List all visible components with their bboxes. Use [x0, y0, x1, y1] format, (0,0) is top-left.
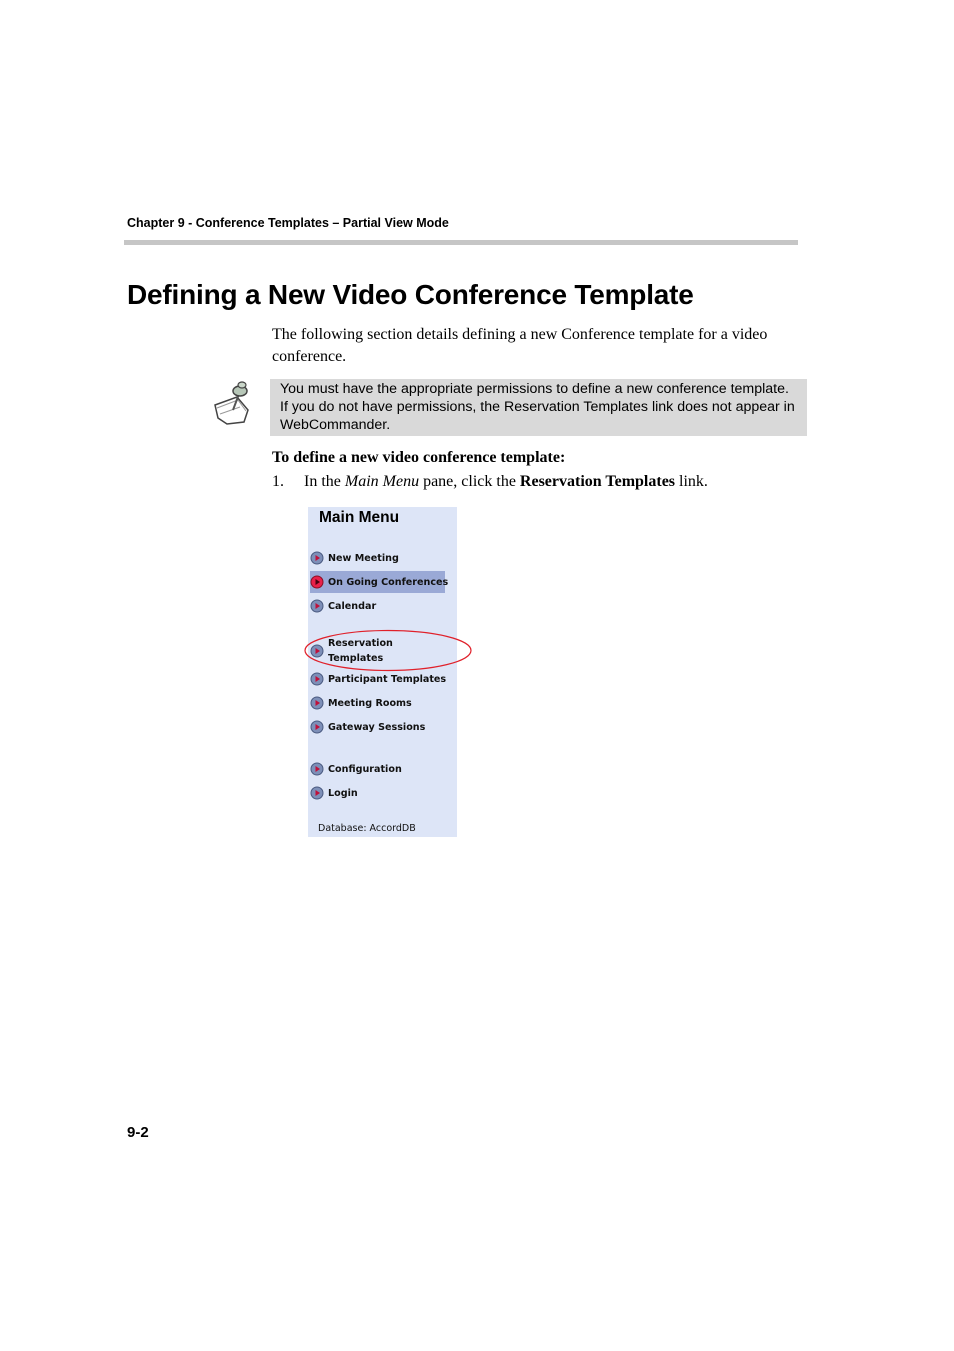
procedure-heading: To define a new video conference templat…: [272, 449, 566, 466]
menu-item-login[interactable]: Login: [310, 783, 358, 803]
menu-item-gateway-sessions[interactable]: Gateway Sessions: [310, 717, 425, 737]
step-emphasis: Main Menu: [344, 473, 420, 490]
step-text-middle: pane, click the: [419, 473, 520, 490]
arrow-circle-icon: [310, 599, 324, 613]
menu-item-label: Configuration: [328, 763, 402, 775]
menu-item-label: On Going Conferences: [328, 576, 449, 588]
menu-item-meeting-rooms[interactable]: Meeting Rooms: [310, 693, 412, 713]
section-title: Defining a New Video Conference Template: [127, 279, 694, 310]
step-text-prefix: In the: [304, 473, 345, 490]
menu-item-label: Gateway Sessions: [328, 721, 426, 733]
running-header: Chapter 9 - Conference Templates – Parti…: [127, 216, 449, 230]
step-text-suffix: link.: [675, 473, 708, 490]
arrow-circle-icon: [310, 786, 324, 800]
step-strong: Reservation Templates: [519, 473, 676, 490]
arrow-circle-icon: [310, 672, 324, 686]
note-pin-icon: [214, 381, 249, 425]
step-number: 1.: [272, 473, 284, 490]
arrow-circle-icon: [310, 696, 324, 710]
arrow-circle-active-icon: [310, 575, 324, 589]
menu-item-configuration[interactable]: Configuration: [310, 759, 402, 779]
note-box: You must have the appropriate permission…: [270, 379, 807, 436]
menu-item-participant-templates[interactable]: Participant Templates: [310, 669, 446, 689]
header-rule: [124, 240, 798, 245]
arrow-circle-icon: [310, 762, 324, 776]
menu-item-label: Meeting Rooms: [328, 697, 412, 709]
page-number: 9-2: [127, 1124, 149, 1141]
main-menu-title: Main Menu: [319, 509, 400, 526]
menu-item-new-meeting[interactable]: New Meeting: [310, 548, 399, 568]
menu-item-on-going-conferences[interactable]: On Going Conferences: [310, 571, 449, 593]
highlight-oval: [304, 629, 472, 672]
menu-item-label: Participant Templates: [328, 673, 447, 685]
menu-item-label: New Meeting: [328, 552, 399, 564]
menu-item-label: Login: [328, 787, 358, 799]
main-menu-pane: Main Menu New Meeting On Going Conferenc…: [308, 507, 457, 837]
arrow-circle-icon: [310, 720, 324, 734]
procedure-step-1: 1. In the Main Menu pane, click the Reser…: [272, 473, 708, 491]
menu-item-calendar[interactable]: Calendar: [310, 596, 376, 616]
arrow-circle-icon: [310, 551, 324, 565]
intro-paragraph: The following section details defining a…: [272, 326, 768, 365]
database-label: Database: AccordDB: [318, 823, 416, 834]
menu-item-label: Calendar: [328, 600, 377, 612]
